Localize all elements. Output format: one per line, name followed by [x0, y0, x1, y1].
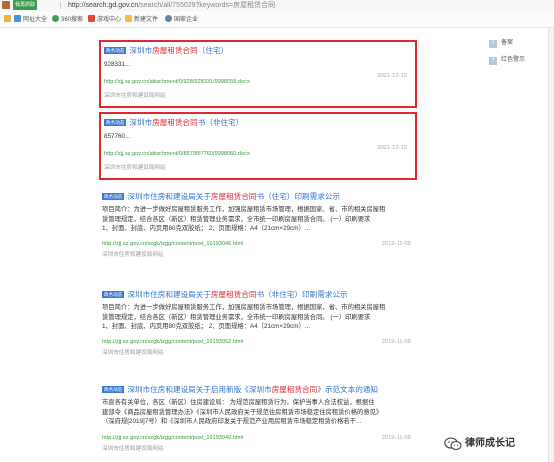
- bookmark-nav-sites[interactable]: 网址大全: [14, 15, 47, 24]
- search-result: 政务动态 深圳市房屋租赁合同（住宅） 928331... http://zjj.s…: [99, 40, 417, 108]
- sidebar-item-red-warning[interactable]: 7 红色警示: [489, 55, 525, 65]
- url-text[interactable]: http://search.gd.gov.cn/search/all/75502…: [68, 0, 275, 11]
- result-date: 2021-12-15: [377, 73, 407, 79]
- result-tag: 政务动态: [102, 291, 125, 298]
- count-badge-icon: 7: [489, 57, 497, 65]
- result-title-link[interactable]: 政务动态 深圳市房屋租赁合同书（非住宅）: [104, 118, 243, 128]
- result-url[interactable]: http://zjj.sz.gov.cn/attachment/0/857/85…: [104, 150, 250, 158]
- new-file-icon: [125, 15, 132, 22]
- result-snippet-line: 市直各有关单位，各区（新区）住房建设局： 为规范房屋租赁行为，保护当事人合法权益…: [102, 399, 375, 406]
- result-snippet-line: 赁管理规定，结合各区（新区）租赁管理业务需求，全市统一印刷房屋租赁合同。 (一）…: [102, 313, 371, 321]
- bookmark-360-search[interactable]: 360搜索: [52, 15, 83, 24]
- search-result: 政务动态 深圳市住房和建设局关于房屋租赁合同书（非住宅）印刷需求公示 项目简介：为…: [99, 288, 417, 366]
- result-site: 深圳市住房和建设局网站: [102, 252, 164, 258]
- globe-icon: [165, 15, 172, 22]
- result-url[interactable]: http://zjj.sz.gov.cn/attachment/0/928/92…: [104, 78, 250, 86]
- bookmark-national-enterprise[interactable]: 国家企业: [165, 15, 198, 24]
- result-snippet: 857760...: [104, 133, 131, 140]
- url-path: /search/all/755029?keywords=房屋租赁合同: [138, 2, 276, 9]
- result-title-link[interactable]: 政务动态 深圳市住房和建设局关于启用新版《深圳市房屋租赁合同》示范文本的通知: [102, 385, 378, 395]
- sidebar-item-label: 红色警示: [501, 57, 526, 63]
- game-center-icon: [88, 15, 95, 22]
- address-divider: [60, 2, 61, 9]
- result-snippet-line: 建部令《商品房屋租赁管理办法》《深圳市人民政府关于规范住房租赁市场稳定住房租赁价…: [102, 408, 383, 416]
- bookmark-new-file[interactable]: 新建文件: [125, 15, 158, 24]
- page-scrollbar[interactable]: [548, 28, 554, 462]
- count-badge-icon: 7: [489, 40, 497, 48]
- result-snippet-line: 1、封面、封底、内页用80克双胶纸； 2、页面规格：A4（21cm×29cm）.…: [102, 323, 311, 330]
- tab-favicon-icon: [2, 1, 10, 9]
- nav-sites-icon: [14, 15, 21, 22]
- search-result: 政务动态 深圳市住房和建设局关于房屋租赁合同书（住宅）印刷需求公示 项目简介：为进…: [99, 190, 417, 268]
- result-title-link[interactable]: 政务动态 深圳市房屋租赁合同（住宅）: [104, 46, 228, 56]
- bookmark-folder-icon[interactable]: [4, 15, 13, 24]
- result-title-link[interactable]: 政务动态 深圳市住房和建设局关于房屋租赁合同书（住宅）印刷需求公示: [102, 192, 340, 202]
- result-snippet: 928331...: [104, 61, 131, 68]
- wechat-logo-icon: [444, 437, 462, 451]
- result-snippet-line: （深府规[2019]7号）和《深圳市人民政府印发关于规范产业用房租赁市场稳定租赁…: [102, 418, 362, 425]
- sidebar-item-filing[interactable]: 7 备案: [489, 38, 513, 48]
- result-url[interactable]: http://zjj.sz.gov.cn/xxgk/tzgg/content/p…: [102, 434, 243, 442]
- trust-badge[interactable]: 我再抓取: [13, 0, 38, 10]
- result-site: 深圳市住房和建设局网站: [102, 350, 164, 356]
- result-date: 2019-11-05: [381, 241, 411, 247]
- bookmark-game-center[interactable]: 游戏中心: [88, 15, 121, 24]
- result-snippet-line: 项目简介：为进一步做好房屋租赁服务工作，加强房屋租赁市场管理，根据国家、省、市的…: [102, 304, 386, 311]
- sidebar-item-label: 备案: [501, 40, 514, 46]
- result-site: 深圳市住房和建设局网站: [102, 446, 164, 452]
- bookmarks-bar: 网址大全 360搜索 游戏中心 新建文件 国家企业: [0, 11, 554, 28]
- result-tag: 政务动态: [102, 386, 125, 393]
- watermark-text: 律师成长记: [465, 438, 515, 449]
- result-date: 2019-11-05: [381, 435, 411, 441]
- result-url[interactable]: http://zjj.sz.gov.cn/xxgk/tzgg/content/p…: [102, 338, 243, 346]
- result-date: 2021-12-15: [377, 145, 407, 151]
- result-site: 深圳市住房和建设局网站: [104, 165, 166, 171]
- address-bar[interactable]: 我再抓取 http://search.gd.gov.cn/search/all/…: [0, 0, 554, 11]
- result-url[interactable]: http://zjj.sz.gov.cn/xxgk/tzgg/content/p…: [102, 240, 243, 248]
- result-date: 2019-11-05: [381, 339, 411, 345]
- url-host: http://search.gd.gov.cn: [68, 2, 139, 9]
- result-title-link[interactable]: 政务动态 深圳市住房和建设局关于房屋租赁合同书（非住宅）印刷需求公示: [102, 290, 348, 300]
- result-site: 深圳市住房和建设局网站: [104, 93, 166, 99]
- result-snippet-line: 1、封面、封底、内页用80克双胶纸； 2、页面规格：A4（21cm×29cm）.…: [102, 225, 311, 232]
- result-tag: 政务动态: [104, 119, 127, 126]
- result-snippet-line: 赁管理规定，结合各区（新区）租赁管理业务需求，全市统一印刷房屋租赁合同。 (一）…: [102, 215, 371, 223]
- result-tag: 政务动态: [102, 193, 125, 200]
- search-result: 政务动态 深圳市房屋租赁合同书（非住宅） 857760... http://zjj…: [99, 112, 417, 180]
- result-snippet-line: 项目简介：为进一步做好房屋租赁服务工作，加强房屋租赁市场管理，根据国家、省、市的…: [102, 206, 386, 213]
- search-result: 政务动态 深圳市住房和建设局关于启用新版《深圳市房屋租赁合同》示范文本的通知 市直…: [99, 383, 417, 462]
- result-tag: 政务动态: [104, 47, 127, 54]
- 360-search-icon: [52, 15, 59, 22]
